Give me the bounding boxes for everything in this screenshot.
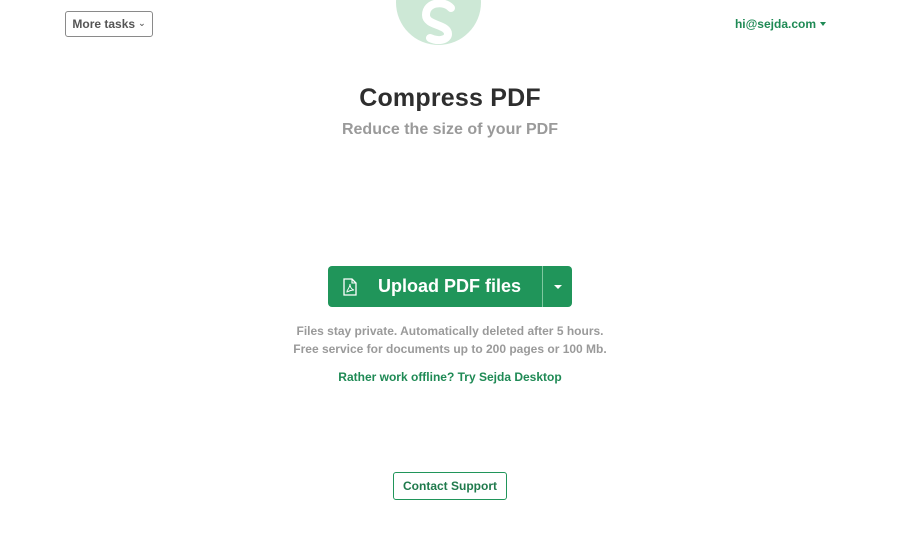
more-tasks-button[interactable]: More tasks ⌄ — [65, 11, 153, 37]
page-title: Compress PDF — [359, 84, 541, 112]
limits-info: Free service for documents up to 200 pag… — [293, 342, 607, 356]
account-email: hi@sejda.com — [734, 17, 816, 31]
upload-pdf-button[interactable]: Upload PDF files — [328, 266, 542, 307]
sejda-logo-icon[interactable] — [396, 0, 481, 45]
upload-options-dropdown[interactable] — [543, 266, 572, 307]
more-tasks-label: More tasks — [72, 17, 136, 31]
upload-button-group: Upload PDF files — [328, 266, 572, 307]
upload-pdf-label: Upload PDF files — [378, 276, 522, 296]
chevron-down-icon: ⌄ — [138, 17, 146, 28]
desktop-app-link[interactable]: Rather work offline? Try Sejda Desktop — [0, 370, 900, 384]
contact-support-label: Contact Support — [403, 479, 497, 493]
caret-down-icon — [820, 22, 826, 26]
account-menu[interactable]: hi@sejda.com — [735, 17, 826, 31]
pdf-file-icon — [343, 277, 357, 296]
privacy-info: Files stay private. Automatically delete… — [296, 324, 604, 338]
caret-down-icon — [553, 284, 562, 289]
page-subtitle: Reduce the size of your PDF — [341, 121, 559, 138]
contact-support-button[interactable]: Contact Support — [393, 472, 507, 500]
page: More tasks ⌄ hi@sejda.com Compress PDF R… — [0, 0, 900, 538]
